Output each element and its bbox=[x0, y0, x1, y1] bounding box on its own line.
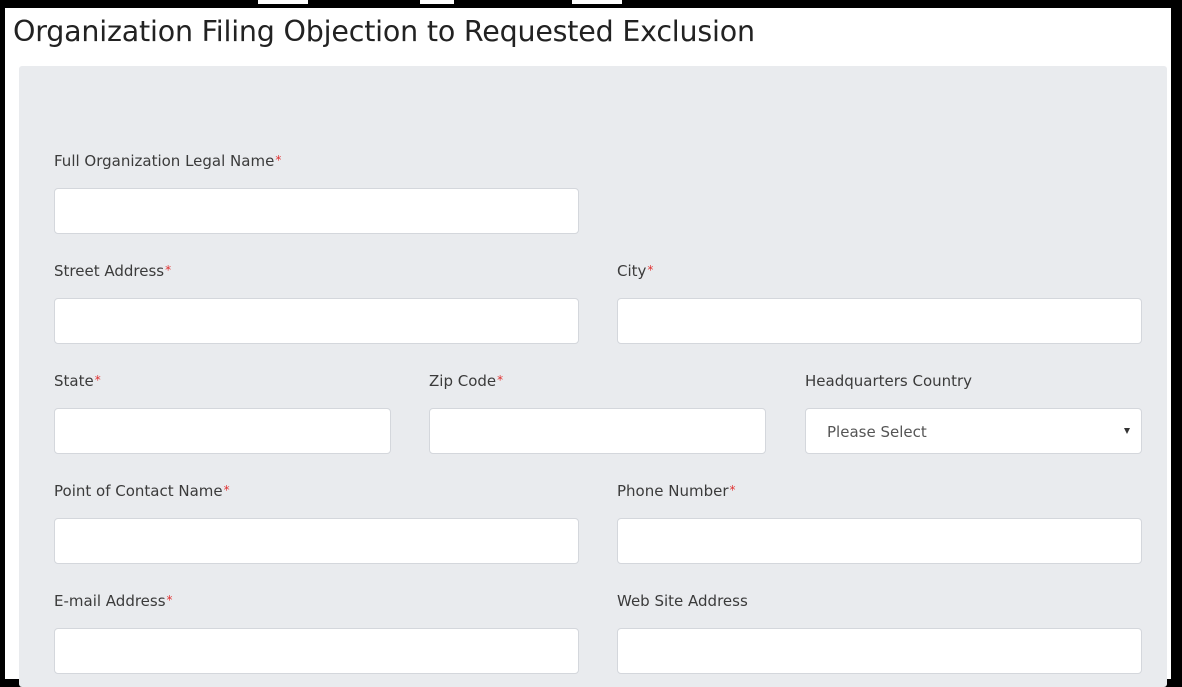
org-name-input[interactable] bbox=[54, 188, 579, 234]
org-name-label: Full Organization Legal Name* bbox=[54, 154, 281, 169]
website-input[interactable] bbox=[617, 628, 1142, 674]
email-label-text: E-mail Address bbox=[54, 592, 166, 610]
page-title: Organization Filing Objection to Request… bbox=[13, 15, 755, 48]
state-label: State* bbox=[54, 374, 101, 389]
city-label-text: City bbox=[617, 262, 647, 280]
top-edge-tab bbox=[420, 0, 454, 4]
required-asterisk: * bbox=[275, 153, 282, 167]
required-asterisk: * bbox=[497, 373, 504, 387]
website-label: Web Site Address bbox=[617, 594, 748, 609]
headquarters-country-label: Headquarters Country bbox=[805, 374, 972, 389]
city-input[interactable] bbox=[617, 298, 1142, 344]
country-selected-value: Please Select bbox=[827, 423, 927, 441]
top-edge-tab bbox=[258, 0, 308, 4]
contact-name-label-text: Point of Contact Name bbox=[54, 482, 223, 500]
city-label: City* bbox=[617, 264, 653, 279]
required-asterisk: * bbox=[94, 373, 101, 387]
zip-code-label-text: Zip Code bbox=[429, 372, 497, 390]
required-asterisk: * bbox=[223, 483, 230, 497]
email-label: E-mail Address* bbox=[54, 594, 173, 609]
required-asterisk: * bbox=[729, 483, 736, 497]
top-edge-tab bbox=[572, 0, 622, 4]
chevron-down-icon bbox=[1124, 428, 1130, 434]
street-address-label: Street Address* bbox=[54, 264, 171, 279]
page-frame: Organization Filing Objection to Request… bbox=[5, 8, 1171, 687]
street-address-label-text: Street Address bbox=[54, 262, 165, 280]
state-input[interactable] bbox=[54, 408, 391, 454]
zip-code-input[interactable] bbox=[429, 408, 766, 454]
org-name-label-text: Full Organization Legal Name bbox=[54, 152, 275, 170]
required-asterisk: * bbox=[166, 593, 173, 607]
contact-name-input[interactable] bbox=[54, 518, 579, 564]
phone-number-input[interactable] bbox=[617, 518, 1142, 564]
required-asterisk: * bbox=[647, 263, 654, 277]
required-asterisk: * bbox=[165, 263, 172, 277]
street-address-input[interactable] bbox=[54, 298, 579, 344]
headquarters-country-label-text: Headquarters Country bbox=[805, 372, 973, 390]
zip-code-label: Zip Code* bbox=[429, 374, 503, 389]
phone-number-label: Phone Number* bbox=[617, 484, 736, 499]
email-input[interactable] bbox=[54, 628, 579, 674]
website-label-text: Web Site Address bbox=[617, 592, 748, 610]
state-label-text: State bbox=[54, 372, 94, 390]
organization-form: Full Organization Legal Name* Street Add… bbox=[19, 66, 1167, 687]
contact-name-label: Point of Contact Name* bbox=[54, 484, 230, 499]
headquarters-country-select[interactable]: Please Select bbox=[805, 408, 1142, 454]
phone-number-label-text: Phone Number bbox=[617, 482, 729, 500]
